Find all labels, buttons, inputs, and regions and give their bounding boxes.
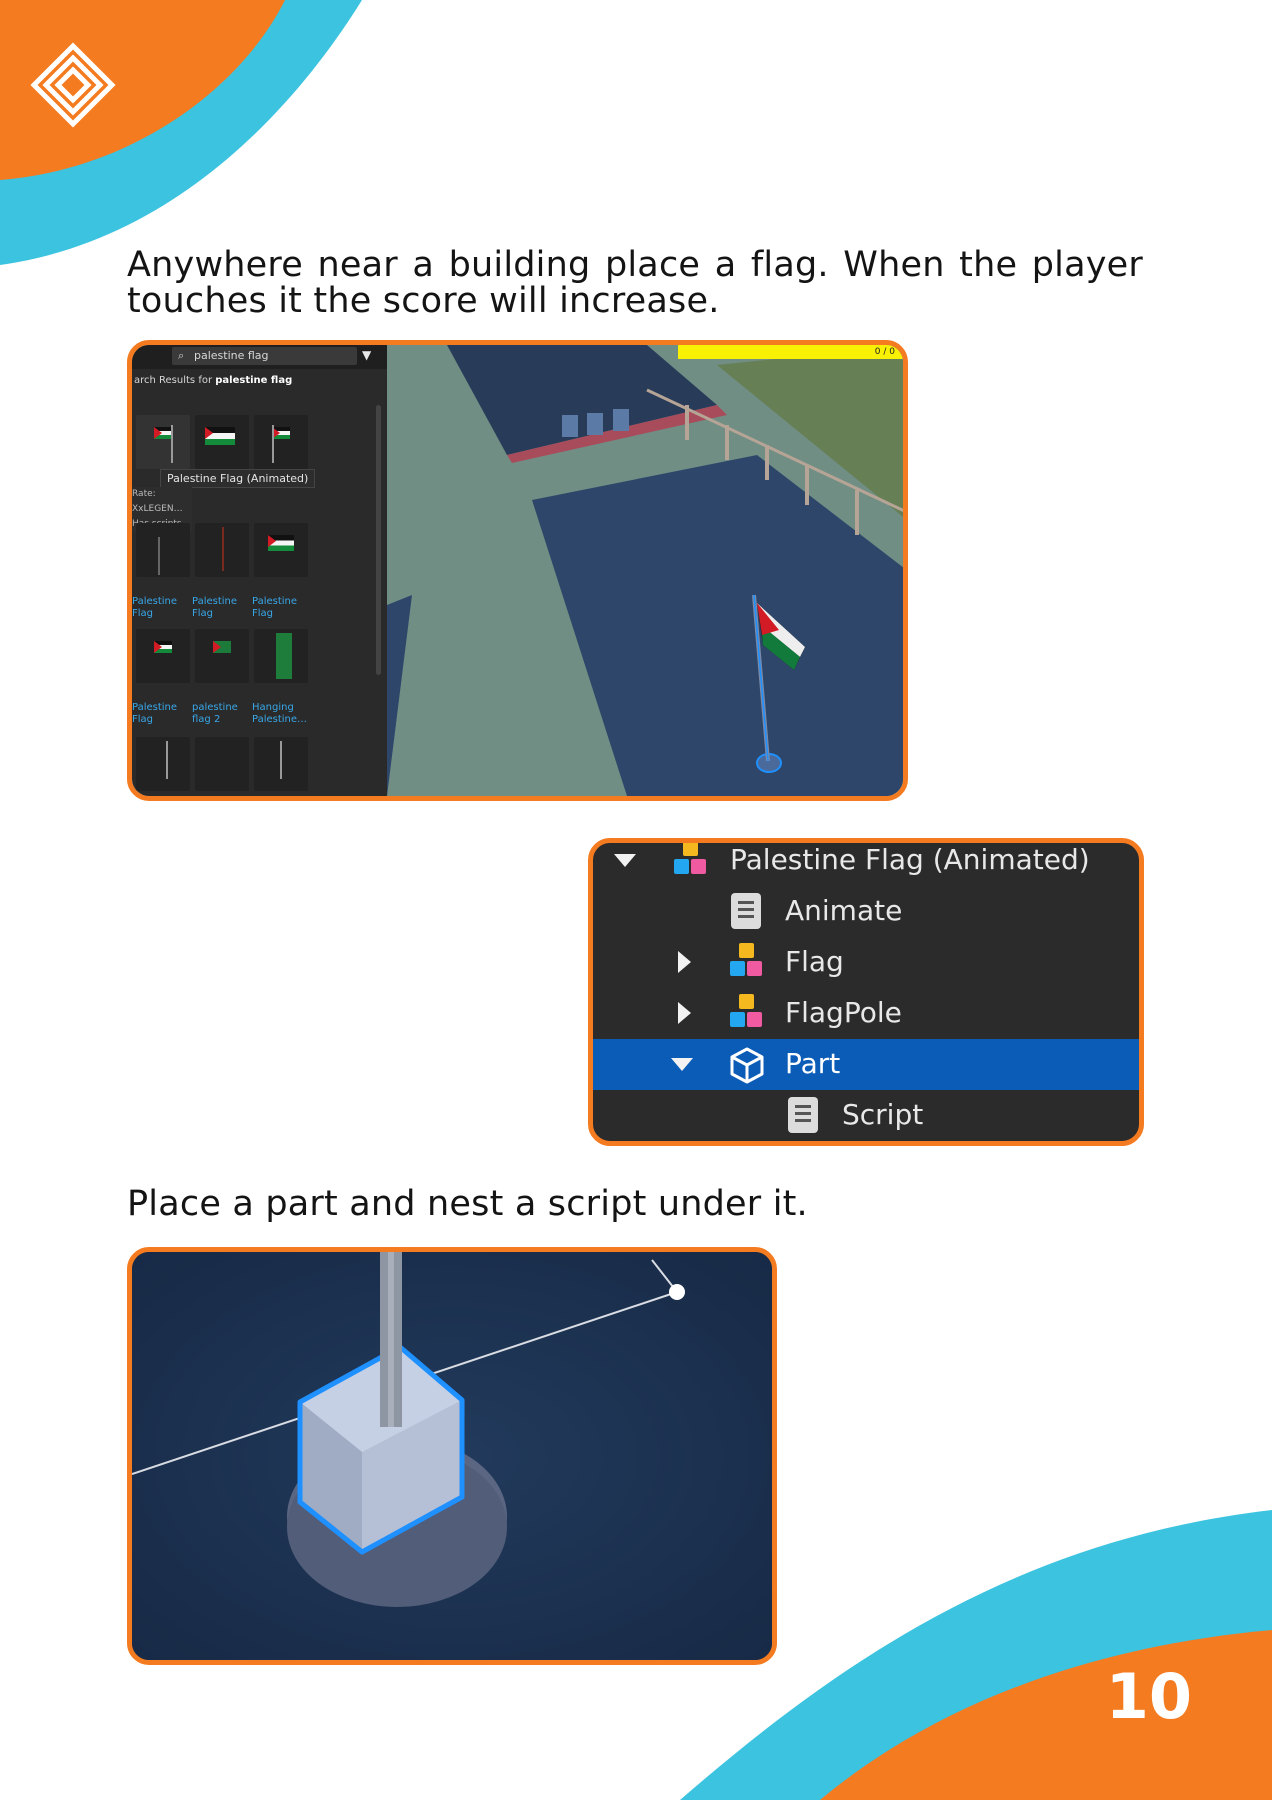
results-query: palestine flag [215,375,293,386]
instruction-paragraph-1: Anywhere near a building place a flag. W… [127,245,1143,321]
part-closeup-screenshot [127,1247,777,1665]
page-number: 10 [1105,1660,1192,1733]
toolbox-item[interactable] [136,737,190,791]
toolbox-item[interactable] [254,629,308,683]
handle-icon[interactable] [669,1284,685,1300]
toolbox-header: ⌕ palestine flag ▼ [132,345,387,369]
toolbox-scene-screenshot: ⌕ palestine flag ▼ arch Results for pale… [127,340,908,801]
toolbox-item[interactable] [136,523,190,577]
toolbox-panel: ⌕ palestine flag ▼ arch Results for pale… [132,345,387,796]
script-icon [788,1097,818,1133]
tile-label: palestine flag 2 [192,702,238,725]
toolbox-item[interactable] [136,629,190,683]
tile-label: Palestine Flag [132,596,178,619]
explorer-row[interactable]: Palestine Flag (Animated) [593,843,1139,886]
search-icon: ⌕ [178,349,185,362]
toolbox-item[interactable] [195,737,249,791]
tile-label: Hanging Palestine… [252,702,308,725]
script-icon [731,893,761,929]
score-bar: 0 / 0 [678,345,903,359]
chevron-down-icon[interactable] [671,1058,693,1071]
results-prefix: arch Results for [134,375,213,386]
chevron-down-icon[interactable] [614,854,636,867]
toolbox-search-input[interactable]: ⌕ palestine flag [172,347,357,365]
viewport-scene [387,345,903,796]
model-icon [728,994,766,1032]
search-value: palestine flag [194,349,269,362]
explorer-row[interactable]: FlagPole [593,988,1139,1039]
model-icon [672,843,710,879]
logo-icon [30,42,116,128]
chevron-right-icon[interactable] [678,951,691,973]
instruction-paragraph-2: Place a part and nest a script under it. [127,1184,808,1224]
explorer-item-label: Flag [785,945,844,978]
explorer-item-label: FlagPole [785,996,902,1029]
toolbox-item[interactable] [254,523,308,577]
explorer-screenshot: Palestine Flag (Animated) Animate Flag F… [588,838,1144,1146]
toolbox-item[interactable] [136,415,190,469]
toolbox-item[interactable] [254,737,308,791]
part-closeup-scene [132,1252,772,1660]
chevron-right-icon[interactable] [678,1002,691,1024]
toolbox-item[interactable] [254,415,308,469]
explorer-item-label: Palestine Flag (Animated) [730,843,1090,876]
hover-creator: XxLEGEN… [132,504,183,514]
tooltip: Palestine Flag (Animated) [160,469,316,488]
game-viewport[interactable]: 0 / 0 [387,345,903,796]
results-header: arch Results for palestine flag [134,375,292,386]
explorer-item-label: Animate [785,894,903,927]
model-icon [728,943,766,981]
part-cube-icon [730,1047,764,1084]
tile-label: Palestine Flag [132,702,178,725]
explorer-row[interactable]: Script [593,1090,1139,1141]
tile-label: Palestine Flag [252,596,298,619]
toolbox-item[interactable] [195,629,249,683]
toolbox-item[interactable] [195,523,249,577]
explorer-row-selected[interactable]: Part [593,1039,1139,1090]
explorer-item-label: Part [785,1047,841,1080]
toolbox-item[interactable] [195,415,249,469]
tile-label: Palestine Flag [192,596,238,619]
explorer-row[interactable]: Flag [593,937,1139,988]
explorer-item-label: Script [842,1098,924,1131]
toolbox-scrollbar[interactable] [376,405,381,675]
hover-rate-label: Rate: [132,489,156,499]
filter-icon[interactable]: ▼ [362,348,371,362]
explorer-row[interactable]: Animate [593,886,1139,937]
